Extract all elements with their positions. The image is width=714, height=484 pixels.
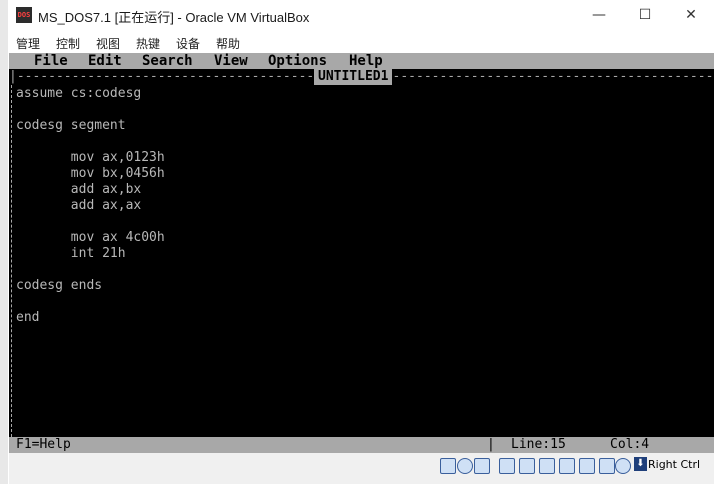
dos-menu-view[interactable]: View [214, 53, 248, 69]
status-divider: | [487, 437, 495, 452]
vm-screen[interactable]: File Edit Search View Options Help |----… [9, 53, 714, 453]
dos-menu-search[interactable]: Search [142, 53, 193, 69]
shared-folder-icon[interactable] [539, 458, 555, 474]
host-key-label: Right Ctrl [648, 458, 701, 471]
code-line: end [16, 310, 40, 325]
code-line: mov ax,0123h [16, 150, 165, 165]
menu-machine[interactable]: 管理 [16, 35, 40, 52]
code-line: mov bx,0456h [16, 166, 165, 181]
status-col: Col:4 [610, 437, 650, 452]
hard-disk-icon[interactable] [440, 458, 456, 474]
minimize-button[interactable]: — [576, 0, 622, 31]
code-line: mov ax 4c00h [16, 230, 165, 245]
code-line: add ax,ax [16, 198, 142, 213]
dos-menu-options[interactable]: Options [268, 53, 327, 69]
vbox-status-bar: ⬇ Right Ctrl [9, 453, 714, 484]
code-line: codesg ends [16, 278, 103, 293]
virtualbox-vm-icon: DOS [16, 7, 32, 23]
keyboard-capture-icon: ⬇ [634, 457, 647, 471]
status-help: F1=Help [16, 437, 71, 452]
editor-text-area[interactable]: assume cs:codesg codesg segment mov ax,0… [16, 86, 165, 326]
dos-menu-help[interactable]: Help [349, 53, 383, 69]
status-line: Line:15 [511, 437, 566, 452]
display-icon[interactable] [559, 458, 575, 474]
dos-menu-edit[interactable]: Edit [88, 53, 122, 69]
vbox-menubar: 管理 控制 视图 热键 设备 帮助 [8, 31, 714, 53]
maximize-button[interactable]: ☐ [622, 0, 668, 31]
code-line: assume cs:codesg [16, 86, 142, 101]
code-line: add ax,bx [16, 182, 142, 197]
code-line: codesg segment [16, 118, 126, 133]
editor-left-border [11, 85, 13, 437]
audio-icon[interactable] [474, 458, 490, 474]
menu-control[interactable]: 控制 [56, 35, 80, 52]
editor-filename: UNTITLED1 [314, 69, 393, 85]
code-line: int 21h [16, 246, 126, 261]
usb-icon[interactable] [519, 458, 535, 474]
dos-edit-menubar: File Edit Search View Options Help [9, 53, 714, 69]
dos-status-bar: F1=Help | Line:15 Col:4 [9, 437, 714, 453]
window-titlebar: DOS MS_DOS7.1 [正在运行] - Oracle VM Virtual… [8, 0, 714, 31]
cpu-activity-icon [615, 458, 631, 474]
screen-record-icon[interactable] [579, 458, 595, 474]
dos-menu-file[interactable]: File [34, 53, 68, 69]
optical-drive-icon[interactable] [457, 458, 473, 474]
menu-view[interactable]: 视图 [96, 35, 120, 52]
menu-devices[interactable]: 设备 [176, 35, 200, 52]
desktop-edge [0, 0, 8, 484]
window-title: MS_DOS7.1 [正在运行] - Oracle VM VirtualBox [38, 10, 310, 25]
menu-hotkeys[interactable]: 热键 [136, 35, 160, 52]
close-button[interactable]: ✕ [668, 0, 714, 31]
network-icon[interactable] [499, 458, 515, 474]
menu-help[interactable]: 帮助 [216, 35, 240, 52]
mouse-integration-icon[interactable] [599, 458, 615, 474]
